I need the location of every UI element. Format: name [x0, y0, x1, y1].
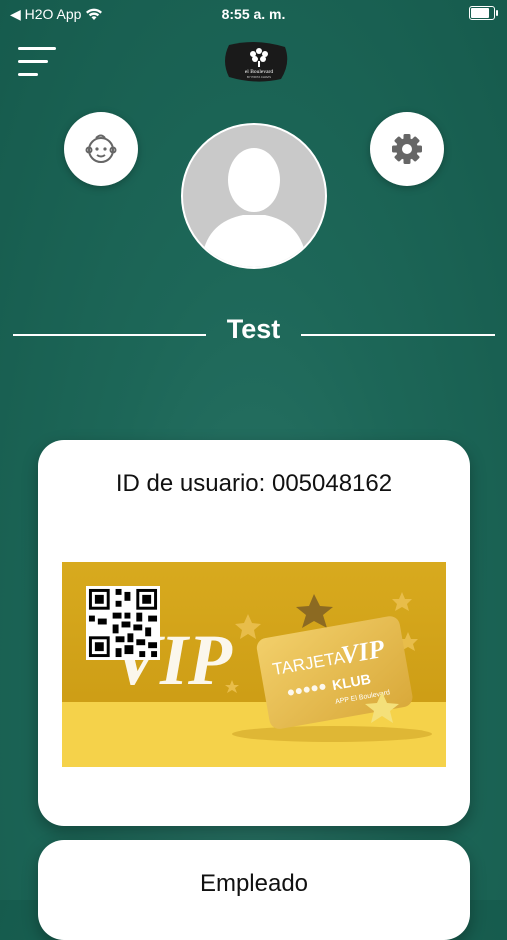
status-time: 8:55 a. m.: [221, 6, 286, 22]
qr-code[interactable]: [86, 586, 160, 660]
gear-icon: [392, 134, 422, 164]
profile-avatar[interactable]: [181, 123, 327, 269]
svg-text:BY PIRITA CHAVIS: BY PIRITA CHAVIS: [247, 75, 271, 79]
profile-name: Test: [226, 314, 281, 344]
profile-name-row: Test: [0, 306, 507, 346]
menu-line: [18, 47, 56, 50]
battery-icon: [469, 6, 498, 20]
divider-right: [301, 334, 495, 336]
kids-profile-button[interactable]: [64, 112, 138, 186]
menu-line: [18, 60, 48, 63]
status-bar: ◀ H2O App 8:55 a. m.: [0, 0, 507, 28]
baby-face-icon: [85, 134, 117, 163]
user-silhouette-icon: [201, 148, 307, 267]
menu-line: [18, 73, 38, 76]
user-id-card: ID de usuario: 005048162 VIP TARJETA VIP…: [38, 440, 470, 826]
menu-button[interactable]: [18, 45, 60, 79]
employee-label: Empleado: [199, 870, 309, 897]
el-boulevard-logo[interactable]: el Boulevard BY PIRITA CHAVIS: [221, 41, 291, 83]
battery-level: [471, 8, 489, 18]
settings-button[interactable]: [370, 112, 444, 186]
vip-banner[interactable]: VIP TARJETA VIP KLUB APP El Boulevard: [62, 562, 446, 767]
employee-card[interactable]: Empleado: [38, 840, 470, 940]
user-id-label: ID de usuario: 005048162: [115, 470, 393, 497]
